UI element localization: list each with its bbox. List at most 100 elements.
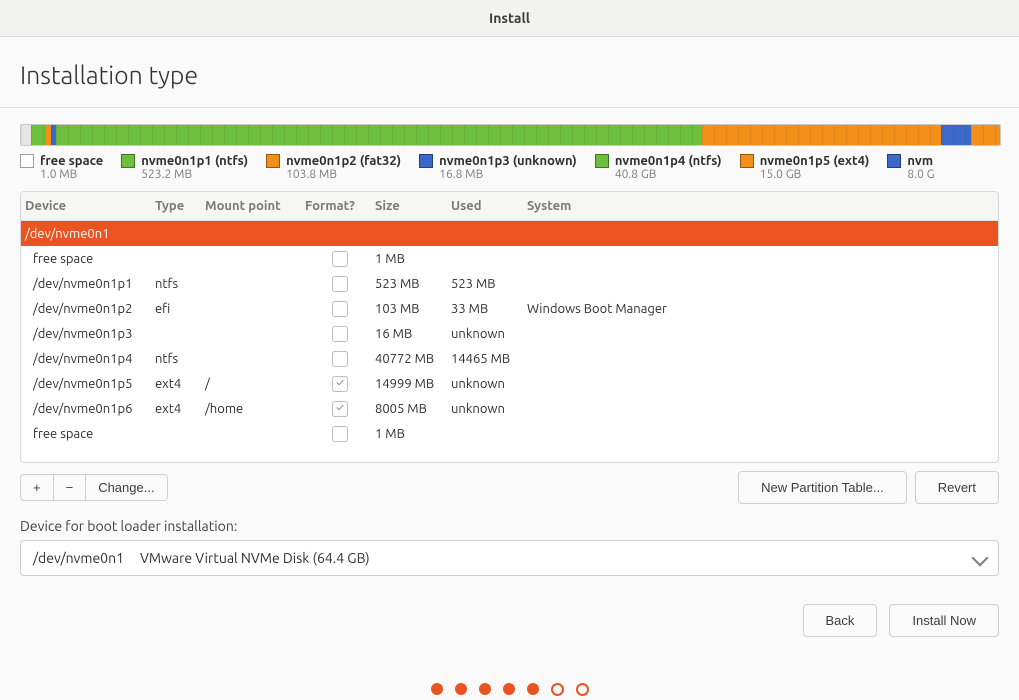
partition-segment[interactable] xyxy=(941,125,970,145)
cell-size: 16 MB xyxy=(375,327,451,341)
table-row[interactable]: free space 1 MB xyxy=(21,246,998,271)
bootloader-label: Device for boot loader installation: xyxy=(20,518,999,534)
col-format: Format? xyxy=(305,199,375,213)
cell-device: free space xyxy=(25,252,155,266)
format-checkbox[interactable] xyxy=(332,426,348,442)
cell-device: /dev/nvme0n1p3 xyxy=(25,327,155,341)
revert-button[interactable]: Revert xyxy=(915,471,999,504)
window-titlebar: Install xyxy=(0,0,1019,37)
cell-used: unknown xyxy=(451,402,527,416)
progress-dot xyxy=(551,683,564,696)
table-row[interactable]: /dev/nvme0n1p5ext4/14999 MBunknown xyxy=(21,371,998,396)
cell-type: ext4 xyxy=(155,402,205,416)
cell-device: /dev/nvme0n1p2 xyxy=(25,302,155,316)
legend-item: nvme0n1p2 (fat32)103.8 MB xyxy=(266,154,401,181)
add-partition-button[interactable]: + xyxy=(20,474,54,501)
cell-mount: / xyxy=(205,377,305,391)
col-device: Device xyxy=(25,199,155,213)
partition-toolbar: + − Change... New Partition Table... Rev… xyxy=(20,471,999,504)
table-row[interactable]: /dev/nvme0n1p3 16 MBunknown xyxy=(21,321,998,346)
install-now-button[interactable]: Install Now xyxy=(889,604,999,637)
legend-item: nvme0n1p3 (unknown)16.8 MB xyxy=(419,154,577,181)
cell-format xyxy=(305,401,375,417)
legend-label: nvme0n1p3 (unknown) xyxy=(439,154,577,168)
cell-size: 523 MB xyxy=(375,277,451,291)
table-row[interactable]: /dev/nvme0n1 xyxy=(21,221,998,246)
footer-buttons: Back Install Now xyxy=(20,604,999,637)
cell-used: 14465 MB xyxy=(451,352,527,366)
progress-dot xyxy=(576,683,589,696)
cell-type: ntfs xyxy=(155,277,205,291)
cell-device: /dev/nvme0n1p5 xyxy=(25,377,155,391)
legend-size: 40.8 GB xyxy=(615,168,722,181)
col-mount: Mount point xyxy=(205,199,305,213)
legend-label: nvme0n1p4 (ntfs) xyxy=(615,154,722,168)
back-button[interactable]: Back xyxy=(803,604,878,637)
format-checkbox[interactable] xyxy=(332,401,348,417)
legend-size: 16.8 MB xyxy=(439,168,577,181)
cell-size: 40772 MB xyxy=(375,352,451,366)
partition-table[interactable]: Device Type Mount point Format? Size Use… xyxy=(20,191,999,463)
partition-segment[interactable] xyxy=(21,125,31,145)
format-checkbox[interactable] xyxy=(332,276,348,292)
format-checkbox[interactable] xyxy=(332,376,348,392)
remove-partition-button[interactable]: − xyxy=(54,474,87,501)
cell-device: /dev/nvme0n1p6 xyxy=(25,402,155,416)
cell-format xyxy=(305,251,375,267)
table-row[interactable]: /dev/nvme0n1p1ntfs523 MB523 MB xyxy=(21,271,998,296)
col-used: Used xyxy=(451,199,527,213)
format-checkbox[interactable] xyxy=(332,301,348,317)
cell-used: unknown xyxy=(451,327,527,341)
partition-segment[interactable] xyxy=(31,125,46,145)
legend-size: 1.0 MB xyxy=(40,168,103,181)
format-checkbox[interactable] xyxy=(332,326,348,342)
cell-size: 1 MB xyxy=(375,252,451,266)
cell-size: 14999 MB xyxy=(375,377,451,391)
legend-label: free space xyxy=(40,154,103,168)
format-checkbox[interactable] xyxy=(332,251,348,267)
swatch-icon xyxy=(595,154,609,168)
table-row[interactable]: /dev/nvme0n1p2efi103 MB33 MBWindows Boot… xyxy=(21,296,998,321)
format-checkbox[interactable] xyxy=(332,351,348,367)
swatch-icon xyxy=(20,154,34,168)
partition-segment[interactable] xyxy=(971,125,1000,145)
partition-segment[interactable] xyxy=(56,125,702,145)
progress-dot xyxy=(455,683,467,695)
legend-item: nvme0n1p1 (ntfs)523.2 MB xyxy=(121,154,248,181)
cell-format xyxy=(305,376,375,392)
change-partition-button[interactable]: Change... xyxy=(86,474,167,501)
legend-label: nvm xyxy=(907,154,933,168)
cell-format xyxy=(305,326,375,342)
legend-size: 103.8 MB xyxy=(286,168,401,181)
divider xyxy=(0,107,1019,108)
table-row[interactable]: /dev/nvme0n1p6ext4/home8005 MBunknown xyxy=(21,396,998,421)
partition-segment[interactable] xyxy=(702,125,941,145)
progress-dot xyxy=(527,683,539,695)
new-partition-table-button[interactable]: New Partition Table... xyxy=(738,471,907,504)
cell-size: 1 MB xyxy=(375,427,451,441)
legend-size: 15.0 GB xyxy=(760,168,870,181)
cell-system: Windows Boot Manager xyxy=(527,302,994,316)
cell-used: 33 MB xyxy=(451,302,527,316)
cell-type: ntfs xyxy=(155,352,205,366)
cell-format xyxy=(305,351,375,367)
partition-legend: free space1.0 MB nvme0n1p1 (ntfs)523.2 MB… xyxy=(20,154,999,181)
window-title: Install xyxy=(489,10,530,26)
bootloader-select[interactable]: /dev/nvme0n1 VMware Virtual NVMe Disk (6… xyxy=(20,540,999,576)
swatch-icon xyxy=(419,154,433,168)
cell-device: /dev/nvme0n1p1 xyxy=(25,277,155,291)
partition-bar[interactable] xyxy=(20,124,1001,146)
col-type: Type xyxy=(155,199,205,213)
cell-type: ext4 xyxy=(155,377,205,391)
cell-size: 8005 MB xyxy=(375,402,451,416)
progress-dot xyxy=(479,683,491,695)
cell-type: efi xyxy=(155,302,205,316)
cell-device: /dev/nvme0n1 xyxy=(25,227,155,241)
cell-format xyxy=(305,301,375,317)
table-row[interactable]: free space 1 MB xyxy=(21,421,998,446)
cell-device: free space xyxy=(25,427,155,441)
swatch-icon xyxy=(266,154,280,168)
page-title: Installation type xyxy=(20,61,999,89)
progress-dot xyxy=(503,683,515,695)
table-row[interactable]: /dev/nvme0n1p4ntfs40772 MB14465 MB xyxy=(21,346,998,371)
